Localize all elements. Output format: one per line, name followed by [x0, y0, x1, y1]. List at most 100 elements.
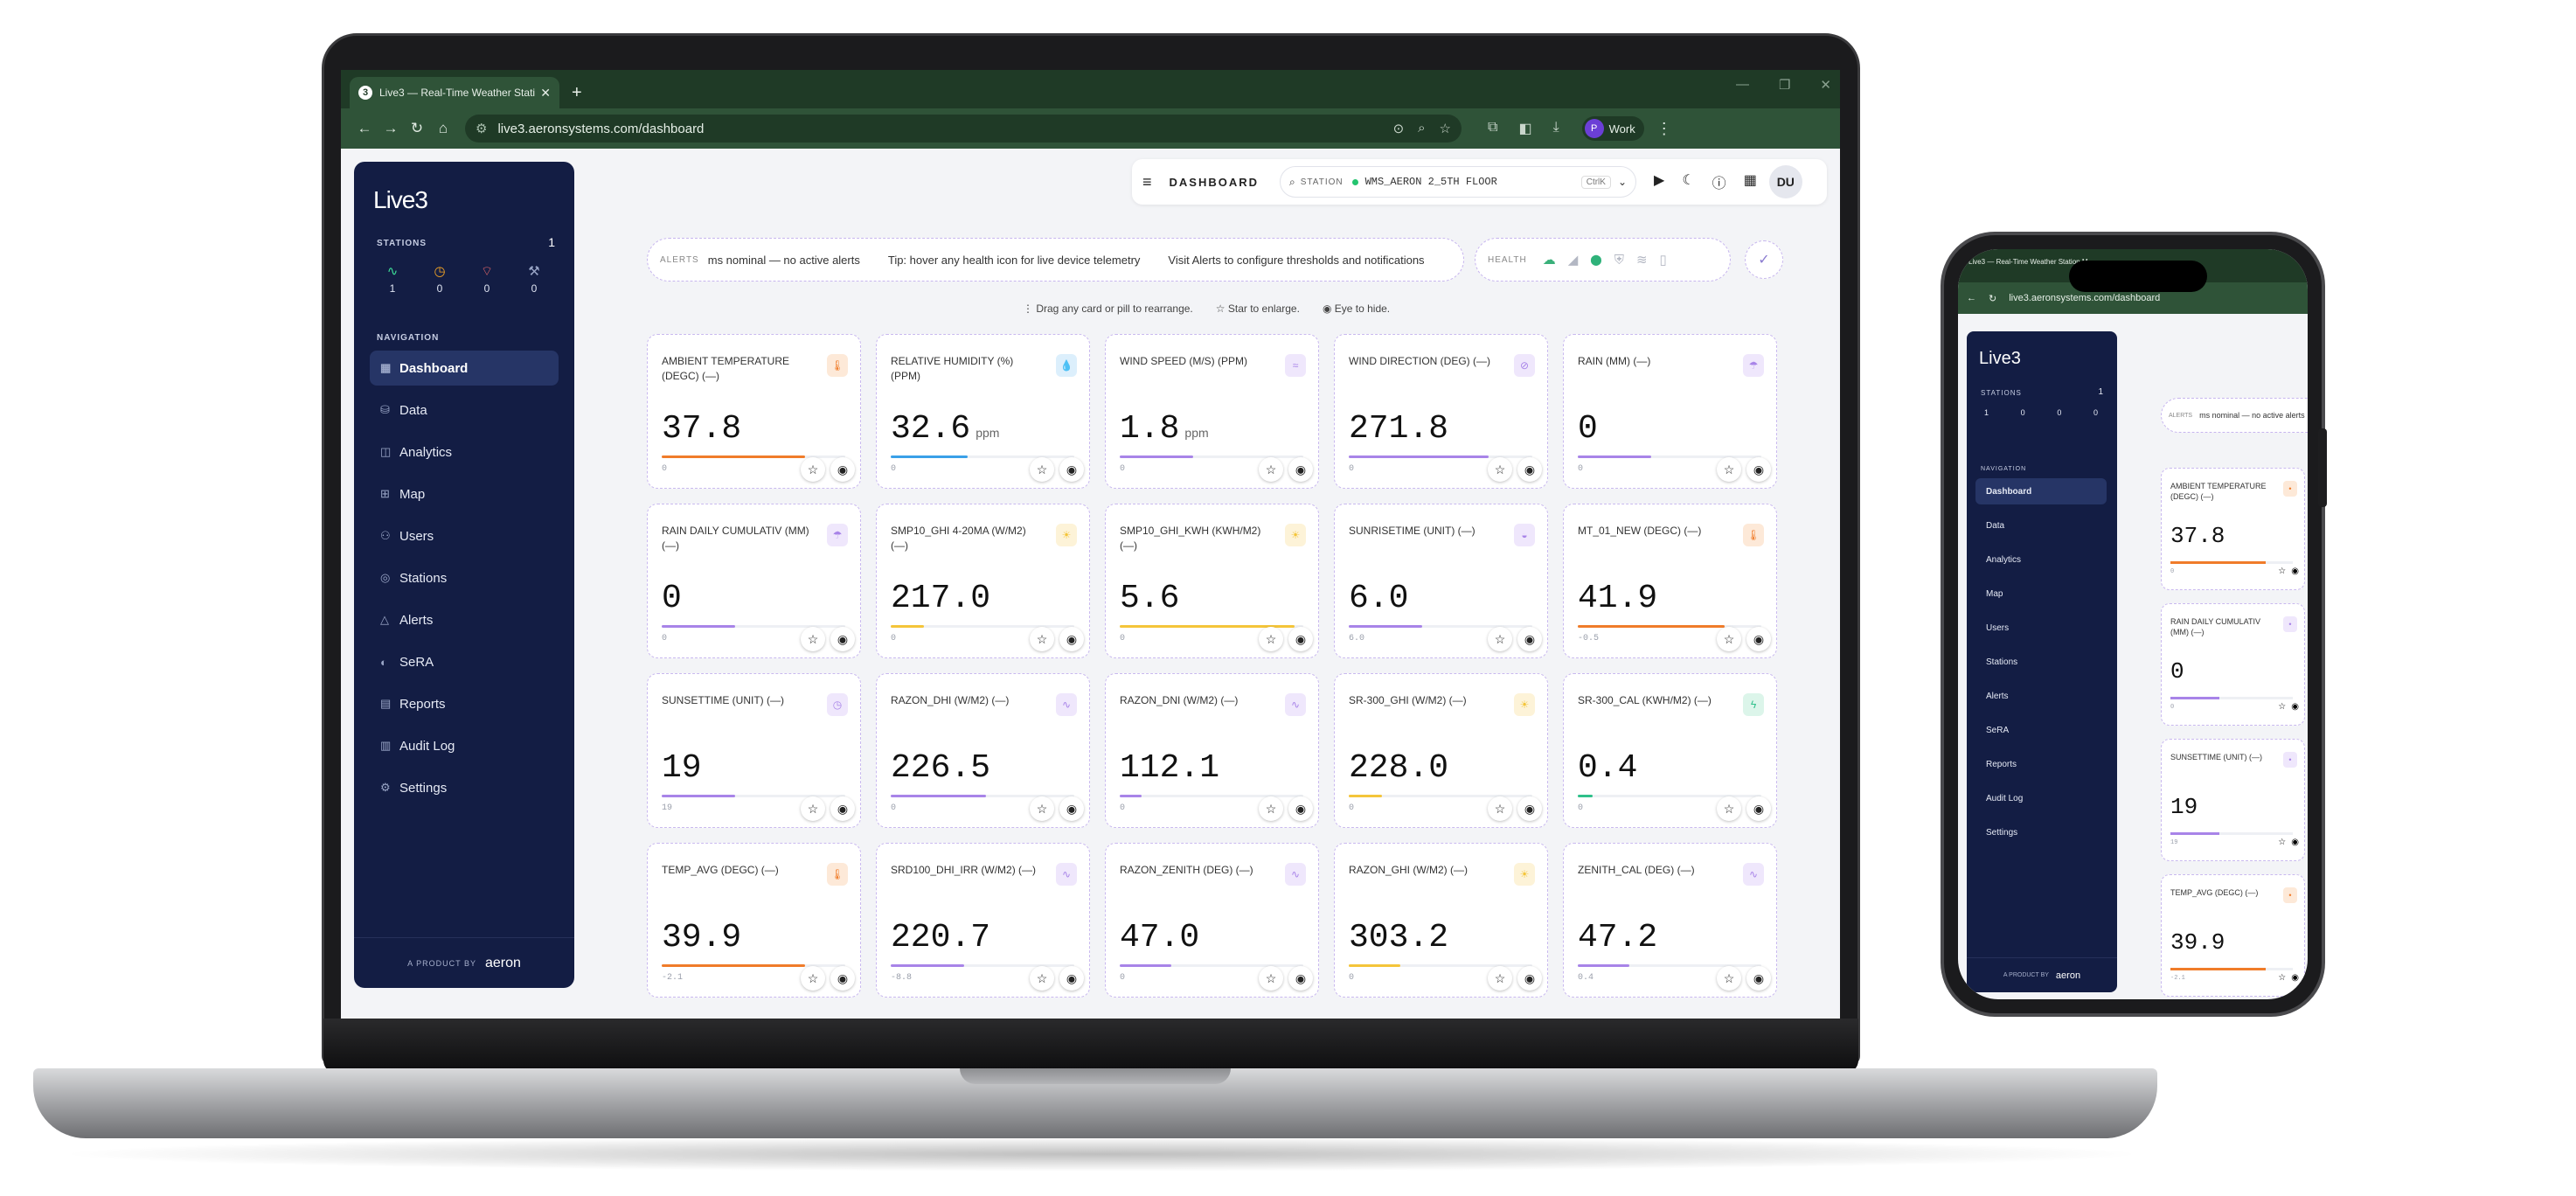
star-button[interactable]: ☆ [801, 796, 825, 821]
compass-icon[interactable]: ⊘ [1514, 354, 1535, 377]
sunset-icon[interactable]: ◷ [827, 693, 848, 716]
star-icon[interactable]: ☆ [2278, 973, 2286, 983]
station-selector[interactable]: ⌕ STATION WMS_AERON 2_5TH FLOOR CtrlK ⌄ [1280, 166, 1637, 198]
waveform-icon[interactable]: ∿ [1285, 693, 1306, 716]
star-button[interactable]: ☆ [1488, 627, 1512, 651]
star-icon[interactable]: ☆ [2278, 702, 2286, 712]
health-online[interactable]: ∿ 1 [380, 263, 405, 295]
star-button[interactable]: ☆ [801, 966, 825, 991]
waveform-icon[interactable]: ∿ [1056, 693, 1077, 716]
phone-sidebar-item-settings[interactable]: Settings [1975, 819, 2107, 845]
profile-chip[interactable]: P Work [1581, 116, 1644, 141]
site-info-icon[interactable]: ⚙ [476, 121, 487, 136]
close-tab-icon[interactable]: ✕ [540, 86, 551, 101]
metric-card[interactable]: SMP10_GHI 4-20MA (W/M2) (—) ☀ 217.0 0 ☆ ◉ [876, 504, 1090, 658]
dark-mode-icon[interactable]: ☾ [1682, 171, 1694, 192]
back-icon[interactable]: ← [351, 120, 378, 137]
star-icon[interactable]: ☆ [2278, 838, 2286, 847]
star-button[interactable]: ☆ [1030, 457, 1054, 482]
close-window-icon[interactable]: ✕ [1820, 77, 1831, 93]
phone-health-online[interactable]: 1 [1984, 408, 1989, 417]
eye-button[interactable]: ◉ [1517, 457, 1542, 482]
phone-metric-card[interactable]: TEMP_AVG (DEGC) (—) • 39.9 -2.1 ☆ ◉ [2161, 874, 2305, 997]
waveform-icon[interactable]: ∿ [1743, 863, 1764, 886]
eye-button[interactable]: ◉ [1517, 796, 1542, 821]
phone-metric-card[interactable]: AMBIENT TEMPERATURE (DEGC) (—) • 37.8 0 ☆ ◉ [2161, 468, 2305, 590]
wifi-icon[interactable]: ≋ [1636, 252, 1648, 268]
play-icon[interactable]: ▶ [1654, 171, 1664, 192]
location-icon[interactable]: ⬤ [1590, 254, 1601, 266]
metric-card[interactable]: SR-300_GHI (W/M2) (—) ☀ 228.0 0 ☆ ◉ [1334, 673, 1548, 828]
star-button[interactable]: ☆ [1717, 627, 1741, 651]
star-button[interactable]: ☆ [1717, 966, 1741, 991]
metric-card[interactable]: SMP10_GHI_KWH (KWH/M2) (—) ☀ 5.6 0 ☆ ◉ [1105, 504, 1319, 658]
sidebar-item-dashboard[interactable]: ▦ Dashboard [370, 351, 559, 386]
metric-card[interactable]: TEMP_AVG (DEGC) (—) 🌡 39.9 -2.1 ☆ ◉ [647, 843, 861, 998]
sidebar-item-alerts[interactable]: △ Alerts [370, 602, 559, 637]
incognito-icon[interactable]: ⊙ [1393, 121, 1405, 136]
metric-card[interactable]: RAIN (MM) (—) ☂ 0 0 ☆ ◉ [1563, 334, 1777, 489]
star-button[interactable]: ☆ [801, 627, 825, 651]
signal-icon[interactable]: ◢ [1568, 252, 1579, 268]
health-pill[interactable]: HEALTH ☁ ◢ ⬤ ⛨ ≋ ▯ [1475, 238, 1731, 282]
eye-button[interactable]: ◉ [1746, 796, 1771, 821]
phone-reload-icon[interactable]: ↻ [1989, 293, 1996, 304]
eye-button[interactable]: ◉ [1288, 627, 1313, 651]
sidepanel-icon[interactable]: ◧ [1518, 120, 1531, 137]
sun-icon[interactable]: ☀ [1514, 863, 1535, 886]
eye-button[interactable]: ◉ [1059, 627, 1084, 651]
metric-card[interactable]: SUNSETTIME (UNIT) (—) ◷ 19 19 ☆ ◉ [647, 673, 861, 828]
star-button[interactable]: ☆ [1259, 796, 1283, 821]
sidebar-item-users[interactable]: ⚇ Users [370, 518, 559, 553]
sidebar-item-data[interactable]: ⛁ Data [370, 393, 559, 428]
metric-card[interactable]: RAZON_ZENITH (DEG) (—) ∿ 47.0 0 ☆ ◉ [1105, 843, 1319, 998]
star-button[interactable]: ☆ [1259, 966, 1283, 991]
download-icon[interactable]: ⤓ [1553, 120, 1559, 137]
bolt-icon[interactable]: ϟ [1743, 693, 1764, 716]
eye-button[interactable]: ◉ [830, 627, 855, 651]
eye-button[interactable]: ◉ [1288, 796, 1313, 821]
phone-tab-title[interactable]: Live3 — Real-Time Weather Station M [1968, 258, 2088, 266]
extensions-icon[interactable]: ⧉ [1488, 120, 1497, 137]
alerts-ticker[interactable]: ALERTS ms nominal — no active alerts Tip… [647, 238, 1464, 282]
sidebar-item-settings[interactable]: ⚙ Settings [370, 770, 559, 805]
phone-metric-card[interactable]: RAIN DAILY CUMULATIV (MM) (—) • 0 0 ☆ ◉ [2161, 603, 2305, 726]
browser-tab[interactable]: 3 Live3 — Real-Time Weather Station M ✕ [350, 77, 559, 108]
health-maintenance[interactable]: ⚒ 0 [522, 263, 546, 295]
phone-alerts-ticker[interactable]: ALERTS ms nominal — no active alerts [2161, 398, 2308, 433]
waveform-icon[interactable]: ∿ [1056, 863, 1077, 886]
star-button[interactable]: ☆ [1030, 627, 1054, 651]
eye-icon[interactable]: ◉ [2291, 838, 2299, 847]
star-button[interactable]: ☆ [1488, 966, 1512, 991]
sidebar-item-sera[interactable]: ◐ SeRA [370, 644, 559, 679]
phone-sidebar-item-audit-log[interactable]: Audit Log [1975, 785, 2107, 811]
thermometer-icon[interactable]: 🌡 [827, 863, 848, 886]
phone-sidebar-item-data[interactable]: Data [1975, 512, 2107, 539]
zoom-icon[interactable]: ⌕ [1418, 121, 1425, 136]
wind-icon[interactable]: ≈ [1285, 354, 1306, 377]
sidebar-item-stations[interactable]: ◎ Stations [370, 560, 559, 595]
eye-button[interactable]: ◉ [1059, 796, 1084, 821]
metric-card[interactable]: MT_01_NEW (DEGC) (—) 🌡 41.9 -0.5 ☆ ◉ [1563, 504, 1777, 658]
forward-icon[interactable]: → [378, 120, 404, 137]
metric-card[interactable]: RAIN DAILY CUMULATIV (MM) (—) ☂ 0 0 ☆ ◉ [647, 504, 861, 658]
hamburger-menu-icon[interactable]: ≡ [1142, 173, 1152, 191]
sunrise-icon[interactable]: ◒ [1514, 524, 1535, 546]
health-ok-button[interactable]: ✓ [1745, 240, 1783, 279]
star-button[interactable]: ☆ [1488, 796, 1512, 821]
thermometer-icon[interactable]: 🌡 [1743, 524, 1764, 546]
droplet-icon[interactable]: 💧 [1056, 354, 1077, 377]
sun-icon[interactable]: ☀ [1285, 524, 1306, 546]
phone-sidebar-item-map[interactable]: Map [1975, 581, 2107, 607]
phone-sidebar-item-users[interactable]: Users [1975, 615, 2107, 641]
eye-button[interactable]: ◉ [1746, 627, 1771, 651]
eye-button[interactable]: ◉ [1288, 966, 1313, 991]
metric-card[interactable]: ZENITH_CAL (DEG) (—) ∿ 47.2 0.4 ☆ ◉ [1563, 843, 1777, 998]
address-bar[interactable]: ⚙ live3.aeronsystems.com/dashboard ⊙ ⌕ ☆ [465, 115, 1462, 143]
phone-sidebar-item-alerts[interactable]: Alerts [1975, 683, 2107, 709]
shield-icon[interactable]: ⛨ [1614, 253, 1624, 268]
user-avatar[interactable]: DU [1768, 165, 1802, 198]
eye-button[interactable]: ◉ [1059, 457, 1084, 482]
sidebar-item-analytics[interactable]: ◫ Analytics [370, 435, 559, 469]
phone-app-logo[interactable]: Live3 [1979, 349, 2021, 369]
